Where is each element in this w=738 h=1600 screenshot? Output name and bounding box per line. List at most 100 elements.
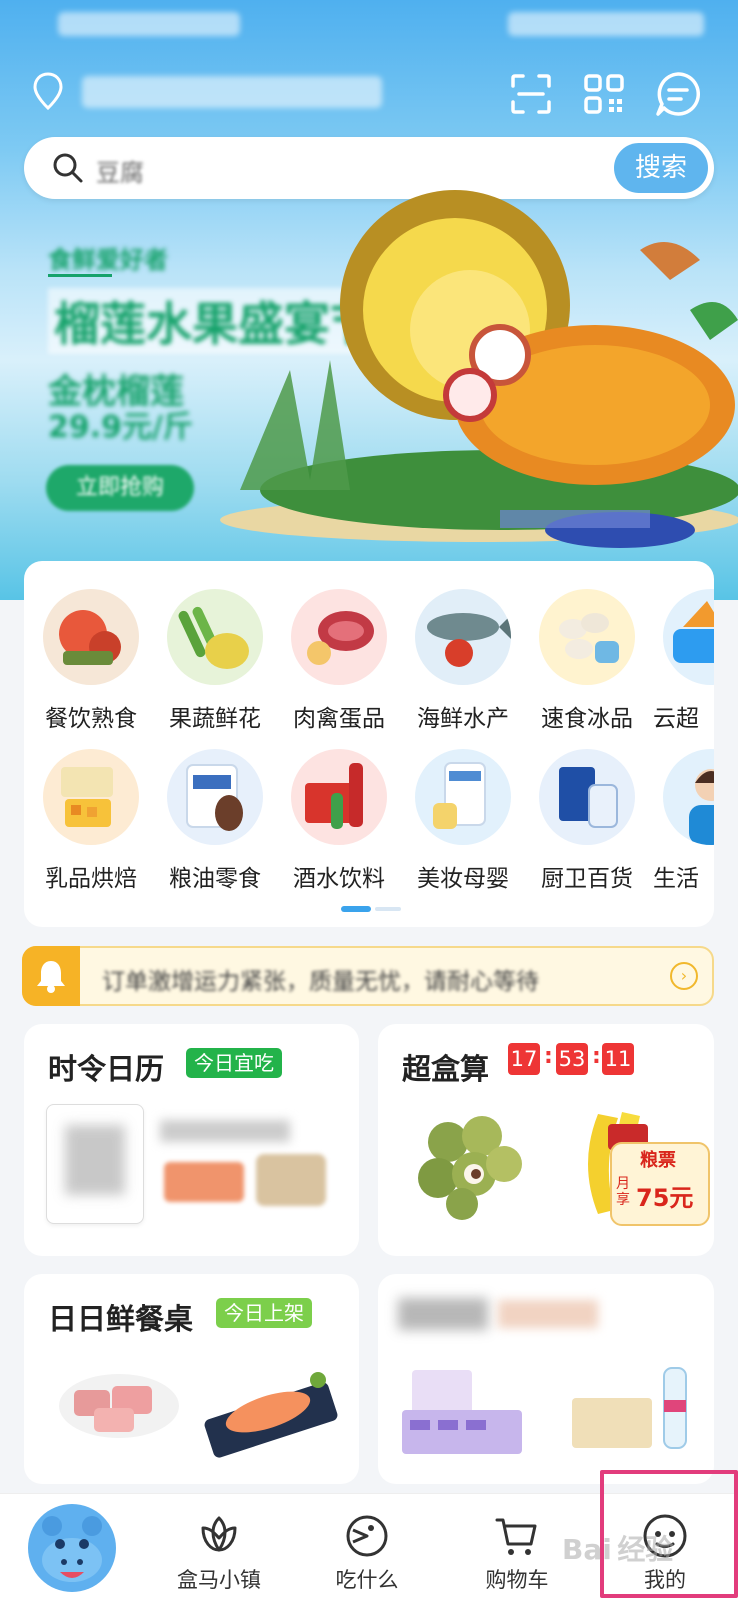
- notice-bar[interactable]: 订单激增运力紧张，质量无忧，请耐心等待 ›: [22, 946, 714, 1006]
- category-item[interactable]: 果蔬鲜花: [153, 589, 277, 733]
- countdown-seconds: 11: [602, 1043, 634, 1075]
- page-dot-active: [341, 906, 371, 912]
- coupon-badge: 粮票 月享 75元: [610, 1142, 710, 1226]
- dairy-bakery-icon: [43, 749, 139, 845]
- location-address[interactable]: [82, 76, 382, 108]
- tab-label: 购物车: [485, 1568, 549, 1592]
- cloud-market-icon: [663, 589, 714, 685]
- promo-cta-button[interactable]: 立即抢购: [46, 465, 194, 511]
- hippo-mascot-icon: [28, 1504, 116, 1592]
- drinks-icon: [291, 749, 387, 845]
- household-icon: [539, 749, 635, 845]
- page-dot: [375, 907, 401, 911]
- deals-panel[interactable]: 超盒算 17 : 53 : 11 粮票 月享 75元: [378, 1024, 714, 1256]
- tab-cart[interactable]: 购物车: [462, 1512, 572, 1594]
- category-label: 酒水饮料: [293, 866, 385, 892]
- today-tag: 今日宜吃: [186, 1048, 282, 1078]
- vegetable-image: [256, 1154, 326, 1206]
- panel-title-blur: [398, 1298, 488, 1330]
- water-case-image: [572, 1367, 687, 1449]
- salmon-image: [164, 1162, 244, 1202]
- category-label: 美妆母婴: [417, 866, 509, 892]
- category-label: 厨卫百货: [541, 866, 633, 892]
- category-item[interactable]: 餐饮熟食: [29, 589, 153, 733]
- meat-icon: [291, 589, 387, 685]
- category-item[interactable]: 厨卫百货: [525, 749, 649, 893]
- category-grid-card: 餐饮熟食 果蔬鲜花 肉禽蛋品 海鲜水产 速食冰品 云超 乳品烘焙 粮油零食 酒水…: [24, 561, 714, 927]
- category-label: 乳品烘焙: [45, 866, 137, 892]
- lotus-icon: [201, 1516, 237, 1552]
- category-label: 云超: [653, 706, 699, 732]
- service-person-icon: [663, 749, 714, 845]
- panel-title: 时令日历: [48, 1052, 165, 1086]
- brand-panel[interactable]: [378, 1274, 714, 1484]
- salmon-platter-image: [204, 1372, 338, 1458]
- daily-fresh-panel[interactable]: 日日鲜餐桌 今日上架: [24, 1274, 359, 1484]
- location-icon[interactable]: [32, 72, 64, 110]
- crayfish-food-icon: [43, 589, 139, 685]
- watermark: Bai 经验: [562, 1533, 674, 1566]
- tab-label: 盒马小镇: [177, 1568, 261, 1592]
- panel-tag-blur: [498, 1300, 598, 1328]
- food-face-icon: [346, 1515, 388, 1557]
- diaper-pack-image: [402, 1370, 522, 1454]
- status-bar-right: [508, 12, 704, 36]
- category-item[interactable]: 乳品烘焙: [29, 749, 153, 893]
- category-item[interactable]: 肉禽蛋品: [277, 589, 401, 733]
- grain-snack-icon: [167, 749, 263, 845]
- category-label: 海鲜水产: [417, 706, 509, 732]
- panel-title: 超盒算: [402, 1052, 490, 1086]
- seasonal-calendar-panel[interactable]: 时令日历 今日宜吃: [24, 1024, 359, 1256]
- category-label: 粮油零食: [169, 866, 261, 892]
- seafood-icon: [415, 589, 511, 685]
- promo-underline: [48, 274, 112, 277]
- notice-bell-container: [22, 946, 80, 1006]
- today-listed-tag: 今日上架: [216, 1298, 312, 1328]
- category-label: 生活: [653, 866, 699, 892]
- dumplings-icon: [539, 589, 635, 685]
- status-bar-left: [58, 12, 240, 36]
- countdown-separator: :: [592, 1044, 601, 1069]
- coupon-badge-bottom: 月享: [616, 1176, 630, 1208]
- category-item[interactable]: 速食冰品: [525, 589, 649, 733]
- pork-image: [59, 1374, 179, 1438]
- chevron-right-icon[interactable]: ›: [670, 962, 698, 990]
- countdown-minutes: 53: [556, 1043, 588, 1075]
- coupon-badge-top: 粮票: [640, 1150, 676, 1171]
- category-label: 果蔬鲜花: [169, 706, 261, 732]
- message-icon[interactable]: [654, 70, 702, 118]
- tab-what-to-eat[interactable]: 吃什么: [312, 1512, 422, 1594]
- hippo-mascot-tab[interactable]: [26, 1502, 118, 1594]
- search-input[interactable]: 豆腐: [96, 153, 144, 188]
- coupon-badge-amount: 75元: [636, 1184, 694, 1212]
- category-page-indicator: [341, 906, 401, 912]
- baby-care-icon: [415, 749, 511, 845]
- countdown-hours: 17: [508, 1043, 540, 1075]
- category-label: 餐饮熟食: [45, 706, 137, 732]
- notice-text: 订单激增运力紧张，质量无忧，请耐心等待: [102, 969, 539, 995]
- countdown-separator: :: [544, 1044, 553, 1069]
- cart-icon: [495, 1518, 537, 1555]
- vegetables-icon: [167, 589, 263, 685]
- category-item[interactable]: 云超: [649, 589, 714, 733]
- promo-price: 29.9元/斤: [48, 410, 193, 445]
- panel-title: 日日鲜餐桌: [48, 1302, 194, 1336]
- bell-icon: [37, 961, 65, 993]
- category-item[interactable]: 粮油零食: [153, 749, 277, 893]
- hero-banner[interactable]: 豆腐 搜索 食鲜爱好者 榴莲水果盛宴节 金枕榴莲 29.9元/斤 立即抢购: [0, 0, 738, 600]
- calendar-date-card: [46, 1104, 144, 1224]
- category-item[interactable]: 美妆母婴: [401, 749, 525, 893]
- category-item[interactable]: 酒水饮料: [277, 749, 401, 893]
- fruit-illustration: [220, 190, 738, 548]
- calendar-date-blur: [65, 1125, 125, 1195]
- category-item[interactable]: 海鲜水产: [401, 589, 525, 733]
- calendar-food-text-blur: [160, 1120, 290, 1142]
- qr-code-icon[interactable]: [580, 70, 628, 118]
- category-item[interactable]: 生活: [649, 749, 714, 893]
- search-icon: [53, 153, 83, 183]
- search-button[interactable]: 搜索: [614, 143, 708, 193]
- category-label: 速食冰品: [541, 706, 633, 732]
- tab-town[interactable]: 盒马小镇: [164, 1512, 274, 1594]
- promo-subtitle: 食鲜爱好者: [48, 246, 168, 274]
- scan-icon[interactable]: [507, 70, 555, 118]
